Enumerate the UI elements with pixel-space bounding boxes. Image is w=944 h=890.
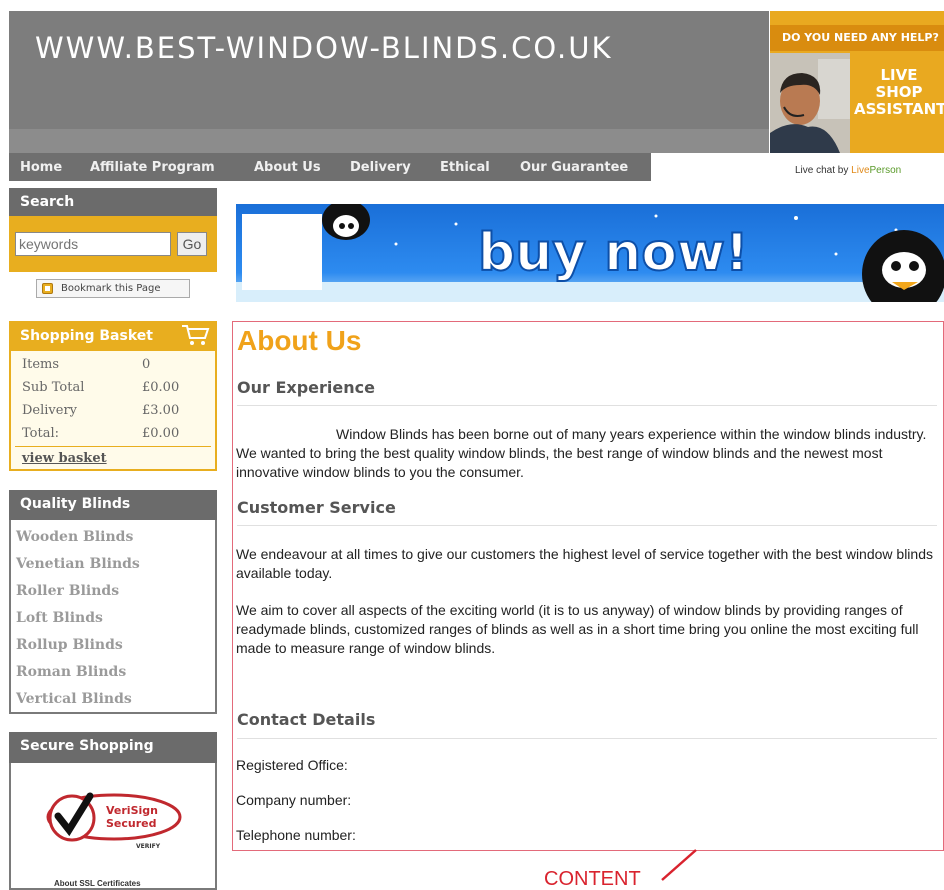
telephone-number-label: Telephone number: [236, 827, 356, 843]
nav-about-us[interactable]: About Us [254, 160, 321, 175]
company-number-label: Company number: [236, 792, 352, 808]
section-heading-service: Customer Service [237, 498, 396, 517]
basket-divider [15, 446, 211, 447]
link-venetian-blinds[interactable]: Venetian Blinds [16, 556, 140, 572]
basket-row-delivery: Delivery £3.00 [22, 403, 180, 418]
content-annotation-label: CONTENT [544, 868, 641, 890]
basket-row-items: Items 0 [22, 357, 151, 372]
verisign-seal-icon[interactable]: VeriSign Secured VERIFY [44, 782, 184, 852]
section-divider [237, 525, 937, 526]
live-help-label: LIVE SHOP ASSISTANT [854, 66, 944, 118]
link-rollup-blinds[interactable]: Rollup Blinds [16, 637, 123, 653]
live-help-question: DO YOU NEED ANY HELP? [770, 25, 944, 51]
link-vertical-blinds[interactable]: Vertical Blinds [16, 691, 132, 707]
search-title: Search [9, 188, 217, 216]
verisign-text: VeriSign [106, 804, 158, 817]
view-basket-link[interactable]: view basket [22, 451, 107, 466]
page-title: About Us [237, 325, 362, 356]
search-input[interactable] [15, 232, 171, 256]
basket-row-subtotal: Sub Total £0.00 [22, 380, 180, 395]
link-wooden-blinds[interactable]: Wooden Blinds [16, 529, 133, 545]
cart-icon [182, 325, 210, 345]
bookmark-button[interactable]: Bookmark this Page [36, 279, 190, 298]
buy-now-text: buy now! [478, 223, 749, 283]
bookmark-icon [42, 283, 53, 294]
live-chat-link[interactable]: Live chat by LivePerson [795, 165, 901, 176]
nav-ethical[interactable]: Ethical [440, 160, 490, 175]
nav-our-guarantee[interactable]: Our Guarantee [520, 160, 628, 175]
section-divider [237, 405, 937, 406]
secured-text: Secured [106, 817, 157, 830]
link-loft-blinds[interactable]: Loft Blinds [16, 610, 103, 626]
site-url-logo[interactable]: WWW.BEST-WINDOW-BLINDS.CO.UK [35, 31, 613, 65]
nav-home[interactable]: Home [20, 160, 62, 175]
verify-text: VERIFY [136, 843, 161, 850]
site-header: WWW.BEST-WINDOW-BLINDS.CO.UK [9, 11, 769, 129]
nav-affiliate-program[interactable]: Affiliate Program [90, 160, 215, 175]
section-heading-experience: Our Experience [237, 378, 375, 397]
quality-blinds-panel [9, 490, 217, 714]
link-roller-blinds[interactable]: Roller Blinds [16, 583, 119, 599]
service-paragraph-1: We endeavour at all times to give our cu… [236, 546, 933, 581]
secure-shopping-title: Secure Shopping [9, 732, 217, 763]
nav-delivery[interactable]: Delivery [350, 160, 411, 175]
live-help-banner[interactable]: DO YOU NEED ANY HELP? LIVE SHOP ASSISTAN… [770, 11, 944, 153]
annotation-arrow-icon [661, 849, 697, 881]
service-paragraph-2: We aim to cover all aspects of the excit… [236, 602, 919, 656]
registered-office-label: Registered Office: [236, 757, 348, 773]
section-divider [237, 738, 937, 739]
quality-blinds-title: Quality Blinds [9, 490, 217, 520]
search-go-button[interactable]: Go [177, 232, 207, 256]
basket-row-total: Total: £0.00 [22, 426, 180, 441]
section-heading-contact: Contact Details [237, 710, 376, 729]
buy-now-banner[interactable]: buy now! [236, 204, 944, 302]
ssl-certificates-link[interactable]: About SSL Certificates [54, 879, 141, 888]
assistant-photo-icon [770, 53, 850, 153]
bookmark-label: Bookmark this Page [61, 283, 161, 294]
link-roman-blinds[interactable]: Roman Blinds [16, 664, 126, 680]
header-strip [9, 129, 769, 153]
main-nav: Home Affiliate Program About Us Delivery… [9, 153, 651, 181]
experience-paragraph: Window Blinds has been borne out of many… [236, 426, 927, 480]
